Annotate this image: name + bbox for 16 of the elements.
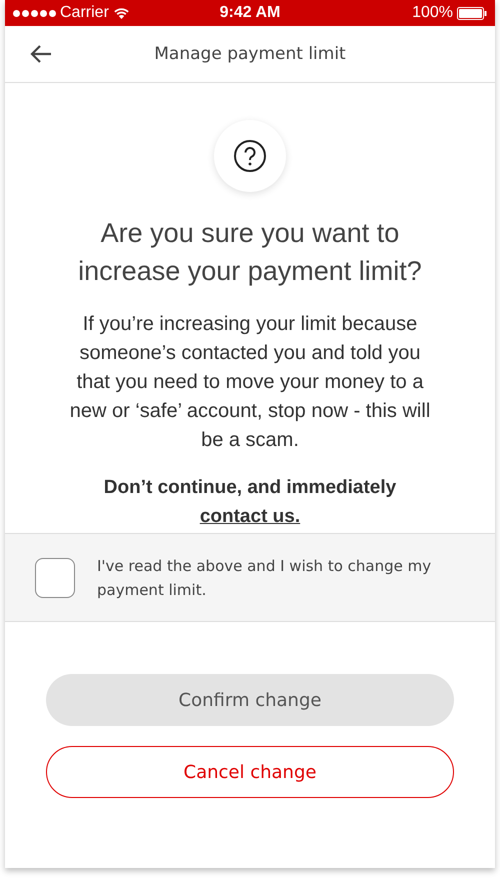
warning-message: If you’re increasing your limit because someone’s contacted you and told you that you need to move your money to a new or ‘safe’ account, stop now - this will be a scam. bbox=[68, 312, 432, 453]
consent-label: I've read the above and I wish to change my payment limit. bbox=[97, 556, 432, 600]
consent-checkbox[interactable] bbox=[35, 558, 75, 598]
advice-text: Don’t continue, and immediately contact us. bbox=[104, 476, 396, 529]
back-arrow-icon[interactable] bbox=[30, 44, 52, 64]
question-icon bbox=[233, 139, 267, 173]
clock-time: 9:42 AM bbox=[220, 4, 280, 22]
dialog-heading: Are you sure you want to increase your payment limit? bbox=[77, 217, 423, 288]
battery-level: 100% bbox=[412, 4, 453, 22]
carrier-name: Carrier bbox=[60, 4, 109, 22]
signal-icon bbox=[13, 10, 56, 16]
wifi-icon bbox=[112, 7, 130, 19]
cancel-button[interactable]: Cancel change bbox=[46, 746, 454, 798]
page-title: Manage payment limit bbox=[154, 44, 346, 64]
battery-icon bbox=[457, 6, 487, 20]
contact-link[interactable]: contact us. bbox=[200, 506, 300, 527]
